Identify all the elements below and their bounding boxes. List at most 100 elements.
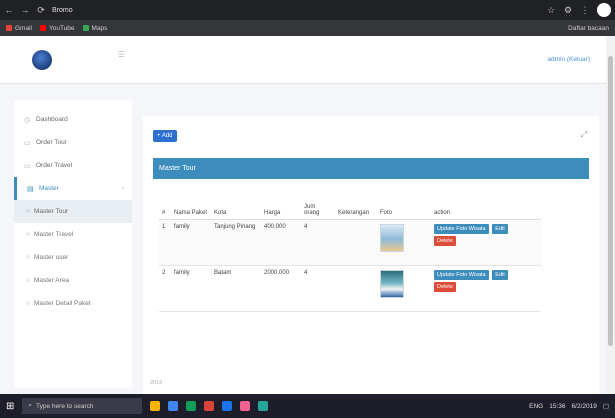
add-button[interactable]: + Add — [153, 130, 177, 142]
sidebar-item-label: Master — [39, 185, 59, 192]
tour-photo[interactable] — [380, 223, 404, 252]
browser-actions: ☆ ⚙ ⋮ — [546, 3, 611, 17]
notification-icon[interactable]: ▢ — [603, 402, 609, 410]
tour-table: # Nama Paket Kota Harga Jum orang Ketera… — [159, 185, 541, 312]
extension-icon[interactable]: ⚙ — [563, 5, 573, 16]
sidebar-subitem-master-area[interactable]: ○ Master Area — [14, 269, 132, 292]
bookmark-maps[interactable]: Maps — [82, 25, 107, 32]
sidebar-subitem-master-user[interactable]: ○ Master user — [14, 246, 132, 269]
delete-button[interactable]: Delete — [434, 281, 456, 292]
scrollbar-thumb[interactable] — [608, 56, 613, 346]
cart-icon: ▭ — [24, 139, 31, 147]
cell-jumlah-orang: 4 — [301, 265, 335, 312]
clock-time[interactable]: 15:36 — [549, 403, 565, 410]
app-logo[interactable] — [32, 50, 52, 70]
os-taskbar: ⊞ ⌕ Type here to search ENG 15:36 6/2/20… — [0, 394, 615, 418]
page-scrollbar[interactable] — [606, 36, 615, 394]
database-icon: ▤ — [27, 185, 34, 193]
master-tour-panel: Master Tour # Nama Paket Kota Harga Jum … — [153, 158, 589, 326]
taskbar-search[interactable]: ⌕ Type here to search — [22, 398, 143, 414]
sidebar: ◷ Dashboard ▭ Order Tour ▭ Order Travel … — [14, 100, 132, 388]
star-icon[interactable]: ☆ — [546, 5, 556, 16]
sidebar-item-label: Order Travel — [36, 162, 73, 169]
bookmark-youtube[interactable]: YouTube — [39, 25, 75, 32]
maps-icon — [82, 25, 89, 31]
delete-button[interactable]: Delete — [434, 235, 456, 246]
app-icon[interactable] — [222, 401, 233, 411]
cell-number: 2 — [159, 265, 171, 312]
col-header-number: # — [159, 185, 171, 220]
update-photo-button[interactable]: Update Foto Wisata — [434, 269, 489, 280]
col-header-kota: Kota — [211, 185, 261, 220]
reload-icon[interactable]: ⟳ — [36, 5, 46, 16]
app-icon[interactable] — [240, 401, 251, 411]
sidebar-subitem-master-detail-paket[interactable]: ○ Master Detail Paket — [14, 292, 132, 315]
sidebar-item-order-travel[interactable]: ▭ Order Travel — [14, 154, 132, 177]
sidebar-subitem-master-travel[interactable]: ○ Master Travel — [14, 223, 132, 246]
edit-button[interactable]: Edit — [492, 269, 508, 280]
expand-icon[interactable]: ⤢ — [581, 130, 587, 140]
back-icon[interactable]: ← — [4, 5, 14, 15]
circle-icon: ○ — [26, 231, 30, 238]
circle-icon: ○ — [26, 254, 30, 261]
sidebar-item-master[interactable]: ▤ Master ‹ — [14, 177, 132, 200]
update-photo-button[interactable]: Update Foto Wisata — [434, 223, 489, 234]
panel-title: Master Tour — [159, 165, 196, 172]
sidebar-item-dashboard[interactable]: ◷ Dashboard — [14, 108, 132, 131]
cell-action: Update Foto Wisata Edit Delete — [431, 219, 541, 266]
profile-avatar[interactable] — [597, 3, 611, 17]
cell-number: 1 — [159, 219, 171, 266]
app-icon[interactable] — [258, 401, 269, 411]
cell-harga: 400.000 — [261, 219, 301, 266]
tab-title[interactable]: Bromo — [52, 7, 73, 14]
col-header-jumlah-orang: Jum orang — [301, 185, 335, 220]
col-header-nama-paket: Nama Paket — [171, 185, 211, 220]
table-row: 2 family Batam 2000.000 4 Update Foto Wi… — [159, 265, 541, 312]
panel-header: Master Tour — [153, 158, 589, 179]
cell-nama-paket: family — [171, 219, 211, 266]
sidebar-item-label: Dashboard — [36, 116, 68, 123]
logout-link[interactable]: admin (Keluar) — [547, 56, 590, 63]
cell-action: Update Foto Wisata Edit Delete — [431, 265, 541, 312]
menu-icon[interactable]: ⋮ — [580, 5, 590, 16]
col-header-action: action — [431, 185, 541, 220]
cell-keterangan — [335, 265, 377, 312]
table-header-row: # Nama Paket Kota Harga Jum orang Ketera… — [159, 185, 541, 220]
cell-harga: 2000.000 — [261, 265, 301, 312]
page-viewport: ☰ admin (Keluar) ◷ Dashboard ▭ Order Tou… — [0, 36, 606, 394]
col-header-foto: Foto — [377, 185, 431, 220]
youtube-icon — [39, 25, 46, 31]
cell-keterangan — [335, 219, 377, 266]
sidebar-toggle-icon[interactable]: ☰ — [118, 50, 125, 59]
system-tray: ENG 15:36 6/2/2019 ▢ — [529, 402, 609, 411]
app-icon[interactable] — [204, 401, 215, 411]
dashboard-icon: ◷ — [24, 116, 31, 124]
sidebar-subitem-master-tour[interactable]: ○ Master Tour — [14, 200, 132, 223]
reading-list[interactable]: Daftar bacaan — [568, 25, 609, 32]
file-explorer-icon[interactable] — [150, 401, 161, 411]
circle-icon: ○ — [26, 300, 30, 307]
edit-button[interactable]: Edit — [492, 223, 508, 234]
bookmark-gmail[interactable]: Gmail — [6, 25, 32, 32]
windows-start-icon[interactable]: ⊞ — [6, 401, 14, 412]
sidebar-item-label: Order Tour — [36, 139, 67, 146]
chevron-down-icon: ‹ — [121, 185, 124, 192]
forward-icon[interactable]: → — [20, 5, 30, 15]
sidebar-item-order-tour[interactable]: ▭ Order Tour — [14, 131, 132, 154]
language-indicator[interactable]: ENG — [529, 403, 543, 410]
cell-foto — [377, 265, 431, 312]
col-header-harga: Harga — [261, 185, 301, 220]
clock-date[interactable]: 6/2/2019 — [572, 403, 597, 410]
cell-kota: Tanjung Pinang — [211, 219, 261, 266]
col-header-keterangan: Keterangan — [335, 185, 377, 220]
top-navbar: ☰ admin (Keluar) — [0, 36, 606, 84]
browser-icon[interactable] — [168, 401, 179, 411]
tour-photo[interactable] — [380, 269, 404, 298]
circle-icon: ○ — [26, 277, 30, 284]
content-card: + Add ⤢ Master Tour # Nama Paket Kota Ha… — [143, 116, 599, 394]
circle-icon: ○ — [26, 208, 30, 215]
gmail-icon — [6, 25, 12, 31]
app-icon[interactable] — [186, 401, 197, 411]
table-row: 1 family Tanjung Pinang 400.000 4 Update… — [159, 219, 541, 266]
cart-icon: ▭ — [24, 162, 31, 170]
